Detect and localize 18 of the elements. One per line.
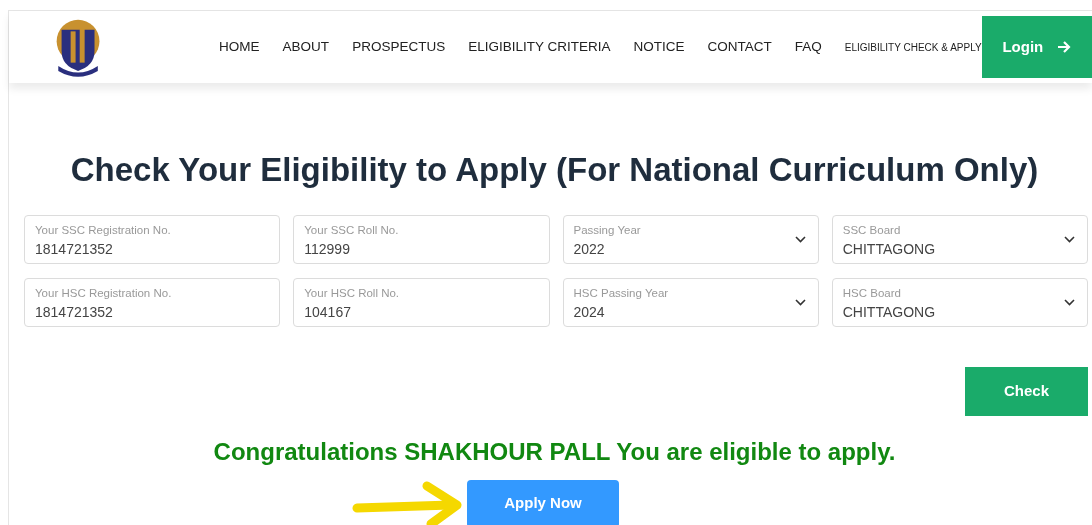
nav-link[interactable]: ELIGIBILITY CHECK & APPLY — [844, 39, 982, 55]
select-field[interactable]: HSC Passing Year 2024 — [562, 277, 819, 327]
input-field[interactable]: Your HSC Roll No. 104167 — [293, 277, 550, 327]
nav-link[interactable]: HOME — [219, 36, 260, 58]
select-field[interactable]: HSC Board CHITTAGONG — [831, 277, 1088, 327]
input-field[interactable]: Your SSC Registration No. 1814721352 — [24, 214, 281, 264]
nav-link[interactable]: NOTICE — [633, 36, 685, 58]
select-field[interactable]: SSC Board CHITTAGONG — [831, 214, 1088, 264]
input-field[interactable]: Your SSC Roll No. 112999 — [293, 214, 550, 264]
nav-link[interactable]: ELIGIBILITY CRITERIA — [468, 36, 611, 58]
nav-link[interactable]: ABOUT — [282, 36, 330, 58]
page-title: Check Your Eligibility to Apply (For National Curriculum Only) — [69, 150, 1040, 190]
nav-link[interactable]: PROSPECTUS — [352, 36, 446, 58]
select-field[interactable]: Passing Year 2022 — [562, 214, 819, 264]
nav-link[interactable]: CONTACT — [707, 36, 772, 58]
eligibility-message: Congratulations SHAKHOUR PALL You are eligible to apply. — [212, 436, 897, 467]
input-field[interactable]: Your HSC Registration No. 1814721352 — [24, 277, 281, 327]
nav-link[interactable]: FAQ — [794, 36, 822, 58]
